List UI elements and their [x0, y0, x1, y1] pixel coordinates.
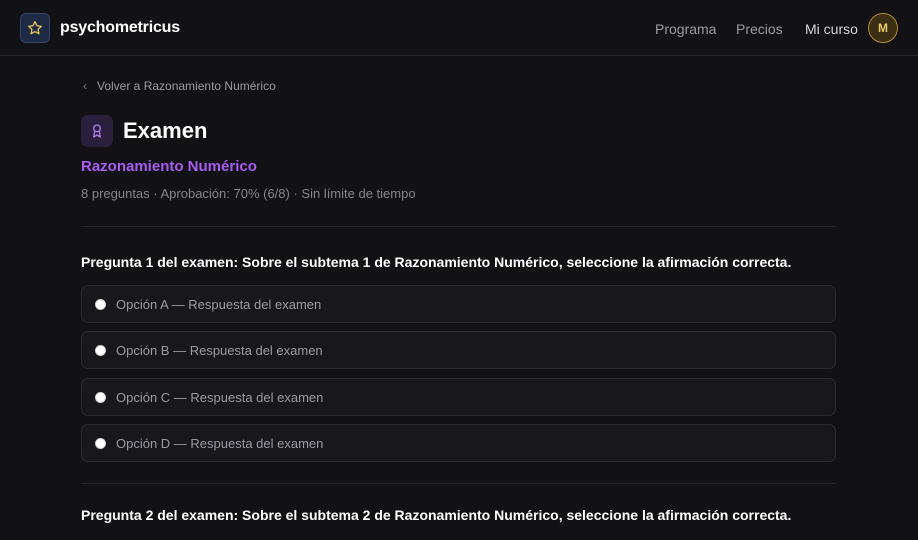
back-link-label: Volver a Razonamiento Numérico	[97, 79, 276, 93]
brand-name[interactable]: psychometricus	[60, 19, 180, 37]
divider	[81, 483, 836, 484]
option-d[interactable]: Opción D — Respuesta del examen	[81, 424, 836, 462]
nav-precios[interactable]: Precios	[736, 21, 783, 37]
option-label: Opción B — Respuesta del examen	[116, 342, 323, 358]
chevron-left-icon: ‹	[83, 79, 87, 93]
avatar[interactable]: M	[868, 13, 898, 43]
question-1: Pregunta 1 del examen: Sobre el subtema …	[81, 254, 792, 270]
exam-badge	[81, 115, 113, 147]
top-bar: psychometricus Programa Precios Mi curso…	[0, 0, 918, 56]
option-b[interactable]: Opción B — Respuesta del examen	[81, 331, 836, 369]
exam-meta: 8 preguntas · Aprobación: 70% (6/8) · Si…	[81, 186, 416, 201]
radio-button[interactable]	[95, 437, 106, 449]
question-2: Pregunta 2 del examen: Sobre el subtema …	[81, 507, 792, 523]
nav-mi-curso[interactable]: Mi curso	[805, 21, 858, 37]
star-icon	[28, 21, 42, 35]
option-c[interactable]: Opción C — Respuesta del examen	[81, 378, 836, 416]
option-label: Opción A — Respuesta del examen	[116, 296, 322, 312]
radio-button[interactable]	[95, 391, 106, 403]
divider	[81, 226, 836, 227]
exam-subject: Razonamiento Numérico	[81, 158, 257, 175]
award-icon	[93, 124, 101, 138]
option-label: Opción D — Respuesta del examen	[116, 435, 324, 451]
nav-programa[interactable]: Programa	[655, 21, 716, 37]
brand-logo[interactable]	[20, 13, 50, 43]
radio-button[interactable]	[95, 344, 106, 356]
option-a[interactable]: Opción A — Respuesta del examen	[81, 285, 836, 323]
back-link[interactable]: ‹ Volver a Razonamiento Numérico	[83, 79, 276, 93]
option-label: Opción C — Respuesta del examen	[116, 389, 324, 405]
page-title: Examen	[123, 118, 208, 143]
radio-button[interactable]	[95, 298, 106, 310]
